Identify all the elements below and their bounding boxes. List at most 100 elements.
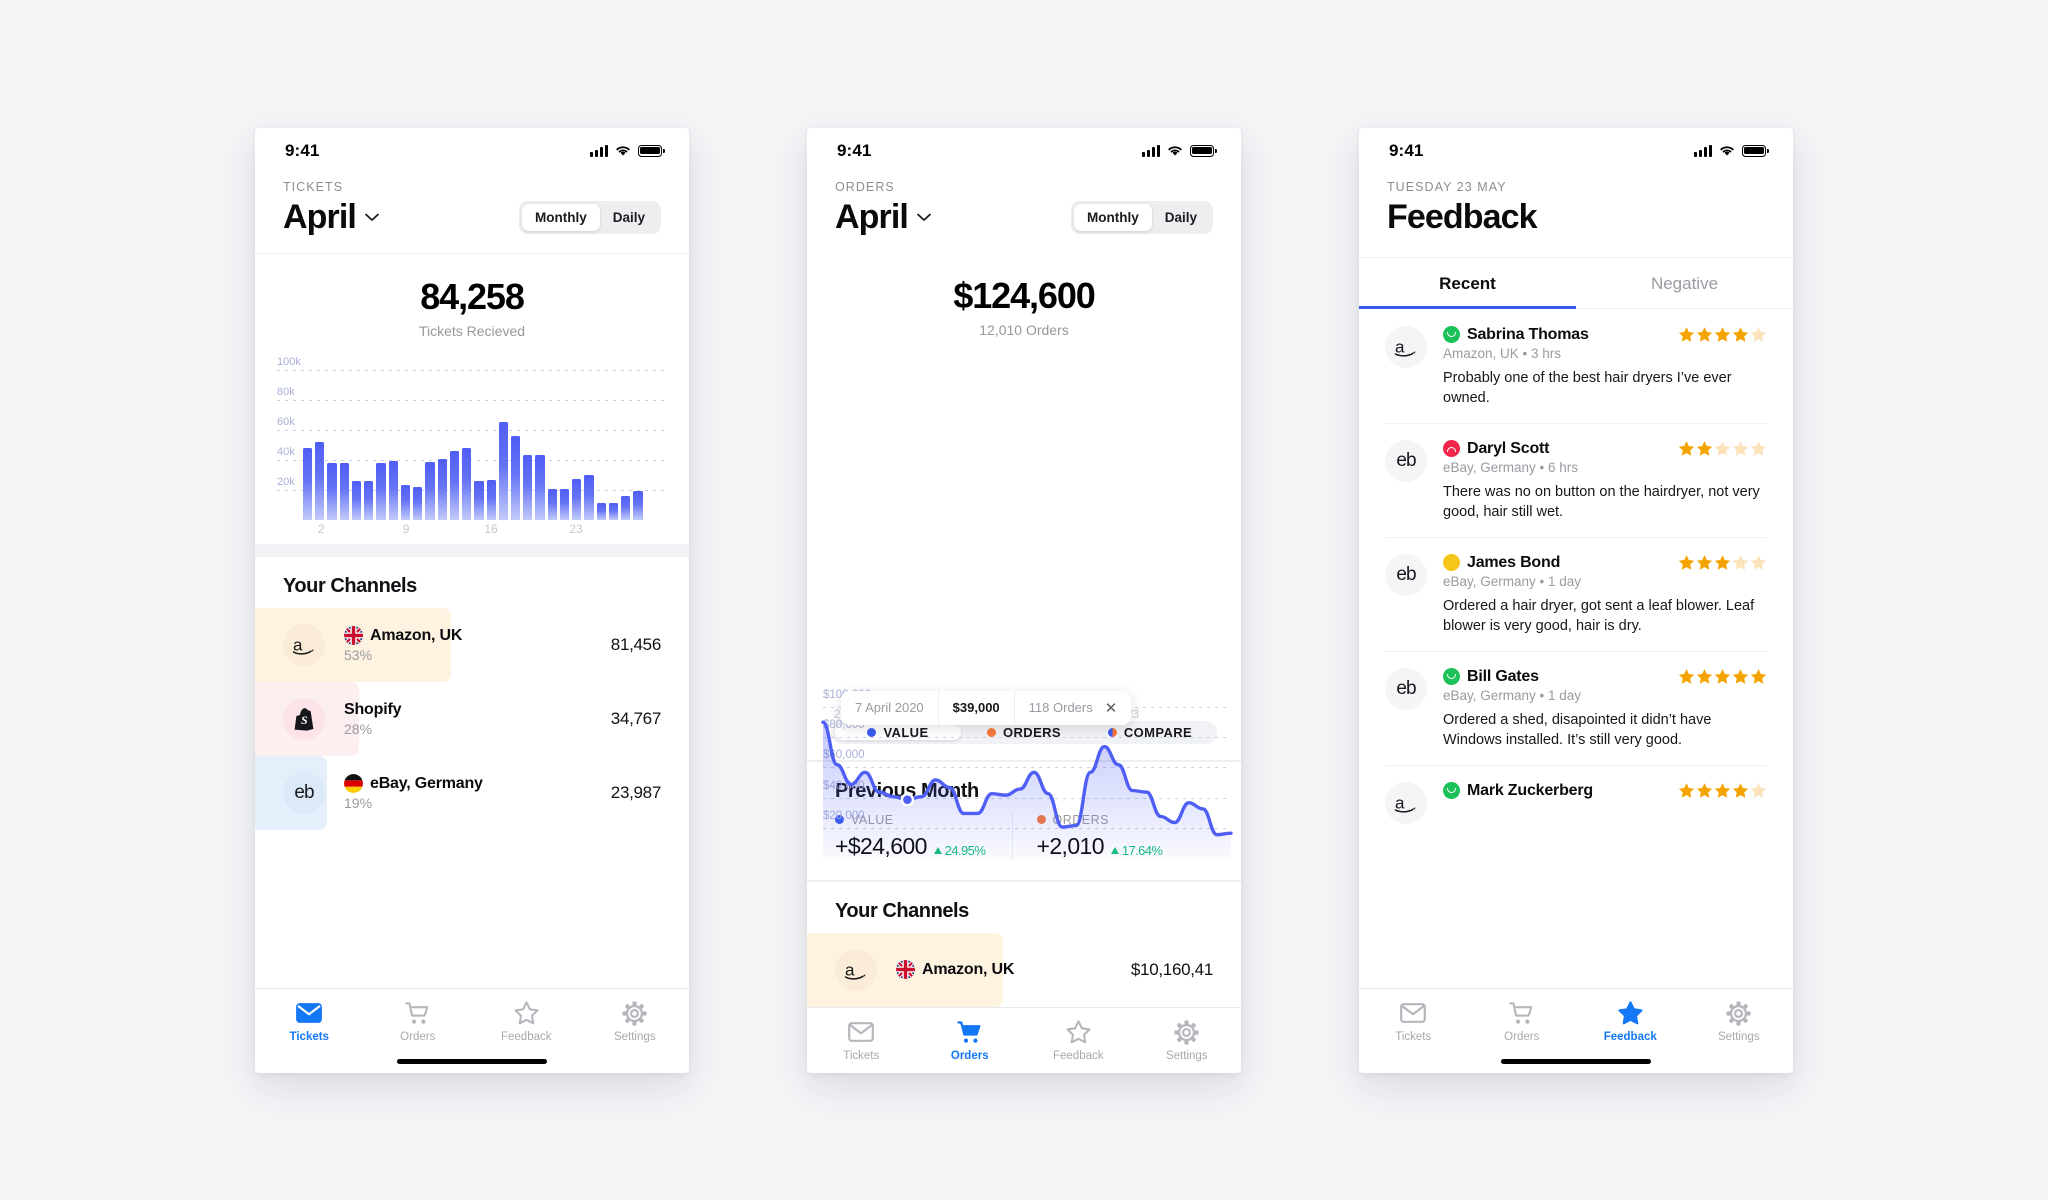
- segment-monthly[interactable]: Monthly: [521, 203, 600, 231]
- cart-icon: [405, 1001, 429, 1024]
- signal-bars-icon: [1694, 144, 1712, 157]
- bar[interactable]: [413, 487, 423, 520]
- close-icon[interactable]: ✕: [1105, 699, 1118, 717]
- bar[interactable]: [572, 479, 582, 520]
- bar[interactable]: [633, 491, 643, 520]
- chevron-down-icon[interactable]: [365, 213, 379, 222]
- segment-daily[interactable]: Daily: [1152, 204, 1210, 231]
- period-segmented-control[interactable]: Monthly Daily: [518, 200, 661, 234]
- title-row: Feedback: [1387, 198, 1765, 257]
- bar[interactable]: [449, 450, 460, 520]
- tab-negative[interactable]: Negative: [1576, 258, 1793, 308]
- bar[interactable]: [596, 503, 606, 520]
- bar[interactable]: [339, 463, 349, 520]
- status-bar: 9:41: [255, 128, 689, 174]
- page-eyebrow: TUESDAY 23 MAY: [1387, 179, 1507, 194]
- channel-row[interactable]: a Amazon, UK 53% 81,456: [255, 607, 689, 682]
- mail-icon: [255, 1000, 364, 1027]
- tab-label: Feedback: [1603, 1030, 1657, 1043]
- tab-orders[interactable]: Orders: [916, 1019, 1025, 1062]
- tab-settings[interactable]: Settings: [1133, 1019, 1242, 1062]
- channel-row[interactable]: S Shopify 28% 34,767: [255, 681, 689, 756]
- page-eyebrow: ORDERS: [835, 179, 895, 194]
- reviewer-name: Sabrina Thomas: [1467, 325, 1589, 343]
- channel-row[interactable]: a Amazon, UK $10,160,41: [807, 932, 1241, 1007]
- period-segmented-control[interactable]: Monthly Daily: [1070, 200, 1213, 234]
- segment-monthly[interactable]: Monthly: [1073, 203, 1152, 231]
- bar[interactable]: [584, 474, 594, 520]
- feedback-item[interactable]: eb James Bond eBay, Germany • 1 day Orde…: [1359, 536, 1793, 651]
- bar[interactable]: [608, 503, 619, 520]
- bar[interactable]: [474, 481, 484, 520]
- feedback-item[interactable]: a Mark Zuckerberg: [1359, 764, 1793, 839]
- bar[interactable]: [425, 461, 435, 520]
- feedback-item[interactable]: eb Bill Gates eBay, Germany • 1 day Orde…: [1359, 650, 1793, 765]
- metric-caption: Tickets Recieved: [418, 322, 526, 339]
- chevron-down-icon[interactable]: [917, 213, 931, 222]
- bar[interactable]: [621, 495, 631, 520]
- bar[interactable]: [510, 435, 521, 520]
- bar[interactable]: [315, 441, 325, 520]
- chart-tooltip[interactable]: 7 April 2020 $39,000 118 Orders ✕: [841, 690, 1132, 725]
- svg-text:a: a: [1395, 793, 1405, 812]
- tab-orders[interactable]: Orders: [364, 1000, 473, 1043]
- bar[interactable]: [547, 488, 557, 520]
- bar[interactable]: [486, 479, 496, 520]
- page-title: Feedback: [1387, 198, 1538, 237]
- tab-feedback[interactable]: Feedback: [1024, 1019, 1133, 1062]
- status-time: 9:41: [1389, 140, 1424, 160]
- bar-chart-bars: [303, 355, 667, 520]
- phone-tickets: 9:41 TICKETS April Monthly Daily 84,258 …: [255, 127, 690, 1073]
- segment-daily[interactable]: Daily: [600, 204, 658, 231]
- bar[interactable]: [400, 485, 411, 520]
- rating-stars: [1678, 440, 1767, 457]
- chart-highlight-point[interactable]: [900, 792, 915, 806]
- page-title[interactable]: April: [283, 198, 379, 237]
- phone-orders: 9:41 ORDERS April Monthly Daily $124,600…: [807, 127, 1242, 1073]
- page-title[interactable]: April: [835, 198, 931, 237]
- rating-stars: [1678, 554, 1767, 571]
- bar[interactable]: [559, 488, 570, 520]
- bar[interactable]: [303, 447, 313, 520]
- feedback-tabs[interactable]: Recent Negative: [1359, 258, 1793, 309]
- bar[interactable]: [327, 462, 337, 520]
- uk-flag-icon: [344, 626, 363, 645]
- tab-orders[interactable]: Orders: [1468, 1000, 1577, 1043]
- bar[interactable]: [437, 458, 447, 520]
- feedback-item[interactable]: a Sabrina Thomas Amazon, UK • 3 hrs Prob…: [1359, 309, 1793, 423]
- rating-star-icon: [1696, 554, 1713, 570]
- bar-chart-x-axis: 2 9 16 23: [303, 522, 667, 544]
- tab-feedback[interactable]: Feedback: [472, 1000, 581, 1043]
- star-icon: [1066, 1020, 1091, 1044]
- bar[interactable]: [498, 422, 508, 520]
- feedback-text: Ordered a hair dryer, got sent a leaf bl…: [1443, 597, 1755, 634]
- feedback-item[interactable]: eb Daryl Scott eBay, Germany • 6 hrs The…: [1359, 422, 1793, 537]
- cart-icon: [957, 1020, 981, 1043]
- bar[interactable]: [376, 463, 386, 520]
- bar[interactable]: [462, 448, 472, 520]
- mail-icon: [848, 1022, 875, 1042]
- feedback-text: Ordered a shed, disapointed it didn’t ha…: [1443, 711, 1712, 748]
- channel-value: 81,456: [610, 634, 662, 654]
- tab-label: Orders: [400, 1030, 436, 1043]
- metric-carousel[interactable]: 84,258 Tickets Recieved 81,2 Tickets Re: [255, 254, 689, 339]
- tab-tickets[interactable]: Tickets: [255, 1000, 364, 1043]
- bar[interactable]: [351, 480, 362, 520]
- tab-feedback[interactable]: Feedback: [1576, 1000, 1685, 1043]
- tab-label: Feedback: [500, 1030, 552, 1043]
- tab-recent[interactable]: Recent: [1359, 258, 1576, 309]
- tab-tickets[interactable]: Tickets: [1359, 1000, 1468, 1043]
- bar[interactable]: [535, 455, 545, 520]
- tab-settings[interactable]: Settings: [581, 1000, 690, 1043]
- channel-logo: a: [283, 623, 325, 666]
- bar[interactable]: [364, 480, 374, 520]
- tab-settings[interactable]: Settings: [1685, 1000, 1794, 1043]
- channel-row[interactable]: eb eBay, Germany 19% 23,987: [255, 755, 689, 830]
- feedback-text: Probably one of the best hair dryers I’v…: [1443, 369, 1732, 406]
- bar[interactable]: [523, 455, 533, 520]
- tab-tickets[interactable]: Tickets: [807, 1019, 916, 1062]
- bar[interactable]: [388, 461, 398, 520]
- status-bar: 9:41: [1359, 128, 1793, 174]
- channel-info: Shopify 28%: [344, 701, 611, 737]
- channel-logo: S: [283, 697, 325, 740]
